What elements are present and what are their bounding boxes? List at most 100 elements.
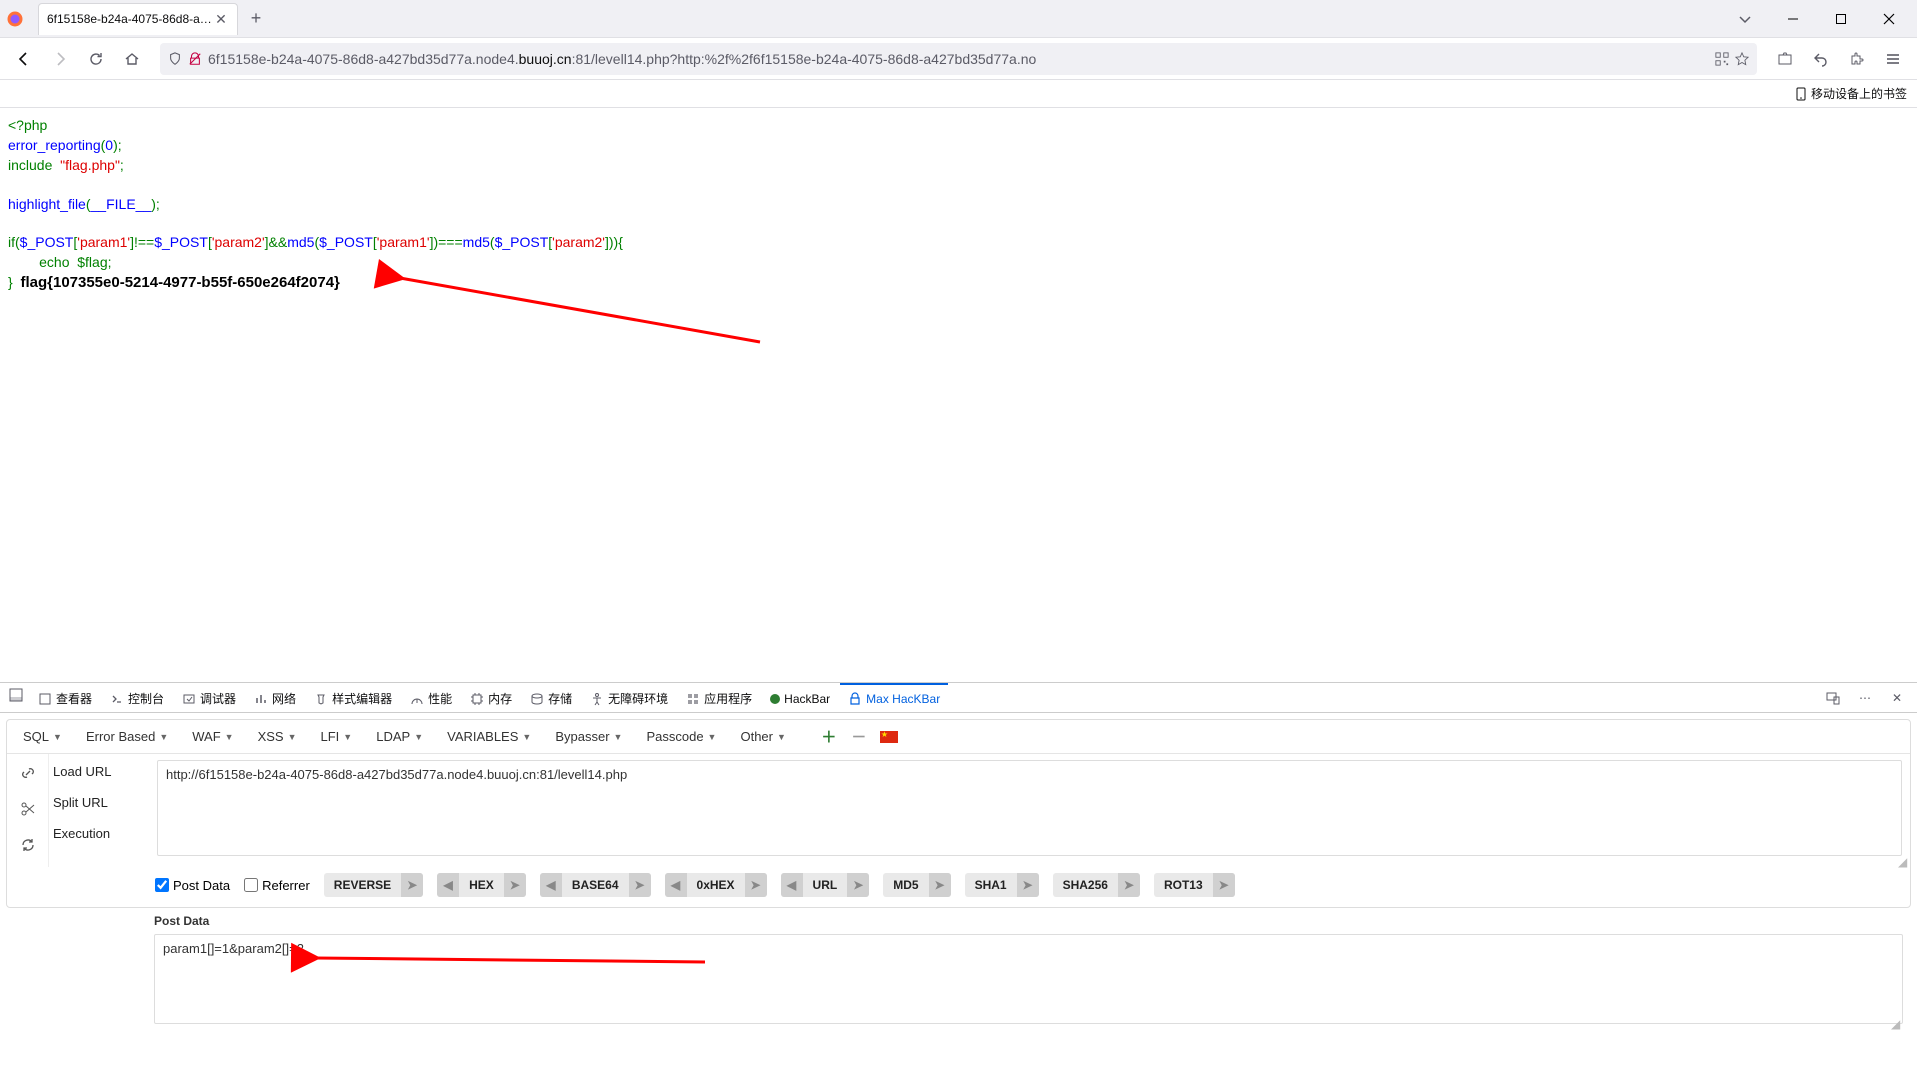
- titlebar: 6f15158e-b24a-4075-86d8-a427 ✕ +: [0, 0, 1917, 38]
- hb-remove-button[interactable]: －: [846, 724, 872, 750]
- window-controls: [1725, 4, 1917, 34]
- nav-forward-button[interactable]: [44, 43, 76, 75]
- url-bar[interactable]: 6f15158e-b24a-4075-86d8-a427bd35d77a.nod…: [160, 43, 1757, 75]
- bookmark-star-icon[interactable]: [1735, 52, 1749, 66]
- lock-icon: [848, 692, 862, 706]
- lock-insecure-icon: [188, 52, 202, 66]
- window-close-button[interactable]: [1869, 4, 1909, 34]
- bookmark-bar: 移动设备上的书签: [0, 80, 1917, 108]
- enc-url-button[interactable]: ◀URL➤: [781, 873, 870, 897]
- hb-url-input[interactable]: [157, 760, 1902, 856]
- page-content: <?php error_reporting(0); include "flag.…: [0, 108, 1917, 301]
- chevron-left-icon: ◀: [437, 873, 459, 897]
- hb-menu-passcode[interactable]: Passcode▼: [636, 725, 726, 748]
- enc-sha256-button[interactable]: SHA256➤: [1053, 873, 1140, 897]
- devtab-memory[interactable]: 内存: [462, 683, 520, 712]
- chevron-right-icon: ➤: [1213, 873, 1235, 897]
- nav-back-button[interactable]: [8, 43, 40, 75]
- enc-reverse-button[interactable]: REVERSE➤: [324, 873, 423, 897]
- hackbar-dot-icon: [770, 694, 780, 704]
- enc-0xhex-button[interactable]: ◀0xHEX➤: [665, 873, 767, 897]
- mobile-bookmarks-link[interactable]: 移动设备上的书签: [1795, 85, 1907, 102]
- devtab-inspector[interactable]: 查看器: [30, 683, 100, 712]
- hb-flag-cn-icon[interactable]: [876, 724, 902, 750]
- link-icon[interactable]: [17, 762, 39, 784]
- shield-icon: [168, 52, 182, 66]
- browser-tab[interactable]: 6f15158e-b24a-4075-86d8-a427 ✕: [38, 3, 238, 35]
- hb-menu-sql[interactable]: SQL▼: [13, 725, 72, 748]
- devtab-style[interactable]: 样式编辑器: [306, 683, 400, 712]
- enc-rot13-button[interactable]: ROT13➤: [1154, 873, 1235, 897]
- devtab-maxhackbar[interactable]: Max HacKBar: [840, 683, 948, 712]
- devtab-app[interactable]: 应用程序: [678, 683, 760, 712]
- firefox-logo-icon: [0, 10, 30, 28]
- navbar: 6f15158e-b24a-4075-86d8-a427bd35d77a.nod…: [0, 38, 1917, 80]
- screenshot-icon[interactable]: [1769, 43, 1801, 75]
- hb-add-button[interactable]: ＋: [816, 724, 842, 750]
- window-dropdown-icon[interactable]: [1725, 4, 1765, 34]
- chevron-right-icon: ➤: [745, 873, 767, 897]
- devtab-console[interactable]: 控制台: [102, 683, 172, 712]
- enc-sha1-button[interactable]: SHA1➤: [965, 873, 1039, 897]
- chevron-right-icon: ➤: [847, 873, 869, 897]
- hb-sidebar: [7, 754, 49, 867]
- enc-base64-button[interactable]: ◀BASE64➤: [540, 873, 651, 897]
- hb-menu-ldap[interactable]: LDAP▼: [366, 725, 433, 748]
- scissors-icon[interactable]: [17, 798, 39, 820]
- chevron-right-icon: ➤: [1017, 873, 1039, 897]
- hb-menu-errorbased[interactable]: Error Based▼: [76, 725, 178, 748]
- hb-actions: Load URL Split URL Execution: [49, 754, 149, 867]
- chevron-right-icon: ➤: [929, 873, 951, 897]
- hb-menu-xss[interactable]: XSS▼: [248, 725, 307, 748]
- mobile-icon: [1795, 87, 1807, 101]
- devtools-tabbar: 查看器 控制台 调试器 网络 样式编辑器 性能 内存 存储 无障碍环境 应用程序…: [0, 683, 1917, 713]
- undo-icon[interactable]: [1805, 43, 1837, 75]
- chevron-right-icon: ➤: [401, 873, 423, 897]
- chevron-left-icon: ◀: [665, 873, 687, 897]
- nav-reload-button[interactable]: [80, 43, 112, 75]
- hb-menu-variables[interactable]: VARIABLES▼: [437, 725, 541, 748]
- hb-execution-button[interactable]: Execution: [53, 826, 145, 841]
- refresh-icon[interactable]: [17, 834, 39, 856]
- nav-home-button[interactable]: [116, 43, 148, 75]
- hb-options-row: Post Data Referrer REVERSE➤ ◀HEX➤ ◀BASE6…: [7, 867, 1910, 907]
- new-tab-button[interactable]: +: [242, 5, 270, 33]
- hackbar-menubar: SQL▼ Error Based▼ WAF▼ XSS▼ LFI▼ LDAP▼ V…: [7, 720, 1910, 754]
- hb-menu-lfi[interactable]: LFI▼: [311, 725, 363, 748]
- devtools-close-button[interactable]: ✕: [1885, 686, 1909, 710]
- tab-title: 6f15158e-b24a-4075-86d8-a427: [47, 12, 213, 26]
- chevron-right-icon: ➤: [504, 873, 526, 897]
- hb-menu-bypasser[interactable]: Bypasser▼: [545, 725, 632, 748]
- chevron-left-icon: ◀: [540, 873, 562, 897]
- hb-postdata-checkbox[interactable]: Post Data: [155, 878, 230, 893]
- chevron-right-icon: ➤: [1118, 873, 1140, 897]
- devtab-debugger[interactable]: 调试器: [174, 683, 244, 712]
- window-minimize-button[interactable]: [1773, 4, 1813, 34]
- hackbar-panel: SQL▼ Error Based▼ WAF▼ XSS▼ LFI▼ LDAP▼ V…: [0, 713, 1917, 1080]
- window-maximize-button[interactable]: [1821, 4, 1861, 34]
- enc-md5-button[interactable]: MD5➤: [883, 873, 950, 897]
- devtab-a11y[interactable]: 无障碍环境: [582, 683, 676, 712]
- app-menu-button[interactable]: [1877, 43, 1909, 75]
- devtools-responsive-icon[interactable]: [1821, 686, 1845, 710]
- devtools-dock-icon[interactable]: [4, 683, 28, 707]
- hb-menu-other[interactable]: Other▼: [730, 725, 795, 748]
- postdata-label: Post Data: [154, 914, 1903, 928]
- chevron-left-icon: ◀: [781, 873, 803, 897]
- resize-handle-icon: ◢: [1898, 855, 1908, 865]
- devtab-storage[interactable]: 存储: [522, 683, 580, 712]
- devtab-perf[interactable]: 性能: [402, 683, 460, 712]
- hb-loadurl-button[interactable]: Load URL: [53, 764, 145, 779]
- hb-spliturl-button[interactable]: Split URL: [53, 795, 145, 810]
- devtab-network[interactable]: 网络: [246, 683, 304, 712]
- devtools-panel: 查看器 控制台 调试器 网络 样式编辑器 性能 内存 存储 无障碍环境 应用程序…: [0, 682, 1917, 1080]
- hb-menu-waf[interactable]: WAF▼: [182, 725, 243, 748]
- devtools-more-icon[interactable]: ⋯: [1853, 686, 1877, 710]
- tab-close-icon[interactable]: ✕: [213, 11, 229, 27]
- extensions-icon[interactable]: [1841, 43, 1873, 75]
- qr-icon[interactable]: [1715, 52, 1729, 66]
- devtab-hackbar[interactable]: HackBar: [762, 683, 838, 712]
- postdata-input[interactable]: [154, 934, 1903, 1024]
- hb-referrer-checkbox[interactable]: Referrer: [244, 878, 310, 893]
- enc-hex-button[interactable]: ◀HEX➤: [437, 873, 526, 897]
